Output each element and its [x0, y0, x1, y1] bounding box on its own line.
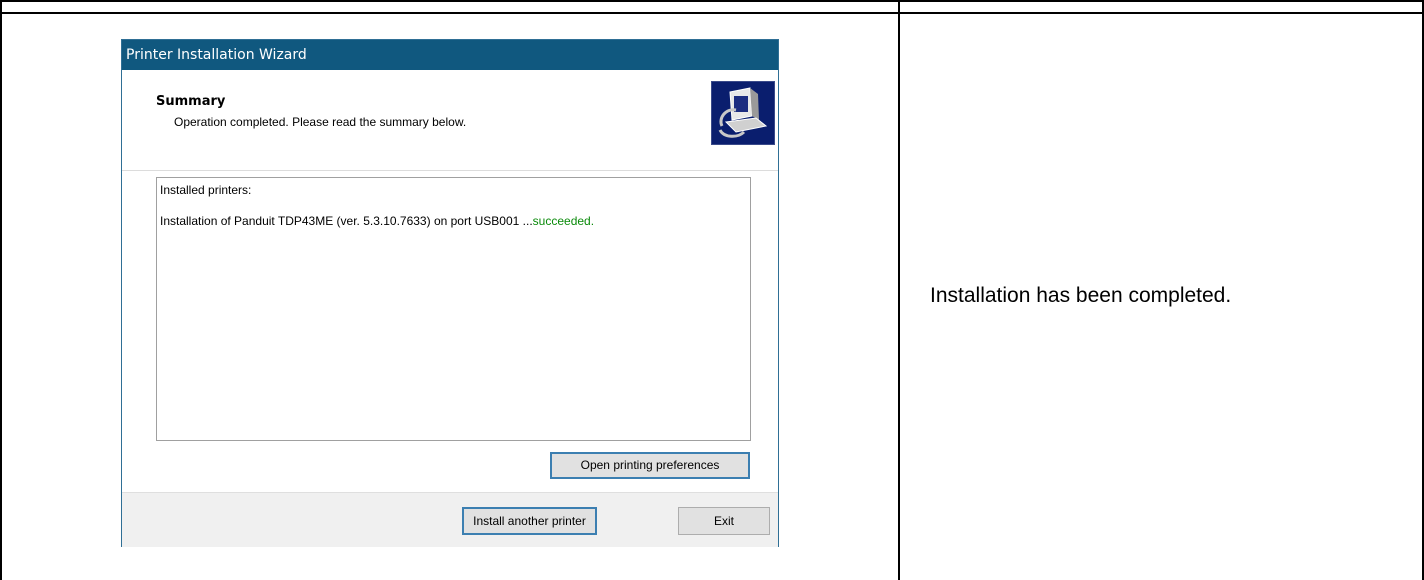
wizard-footer: Install another printer Exit — [122, 492, 778, 547]
wizard-window: Printer Installation Wizard Summary Oper… — [121, 39, 779, 547]
summary-result-line: Installation of Panduit TDP43ME (ver. 5.… — [160, 214, 747, 228]
install-another-printer-button[interactable]: Install another printer — [462, 507, 597, 535]
summary-result-text: Installation of Panduit TDP43ME (ver. 5.… — [160, 214, 533, 228]
summary-list[interactable]: Installed printers: Installation of Pand… — [156, 177, 751, 441]
table-middle-border — [898, 0, 900, 580]
summary-heading: Installed printers: — [160, 183, 252, 197]
table-row-border — [0, 12, 1424, 14]
wizard-header: Summary Operation completed. Please read… — [122, 70, 778, 171]
page-title: Summary — [156, 94, 226, 109]
open-printing-preferences-button[interactable]: Open printing preferences — [550, 452, 750, 479]
document-caption: Installation has been completed. — [930, 284, 1232, 307]
printer-setup-icon — [711, 81, 775, 145]
table-top-border — [0, 0, 1424, 2]
status-badge: succeeded. — [532, 214, 595, 228]
table-left-border — [0, 0, 2, 580]
page-subtitle: Operation completed. Please read the sum… — [174, 115, 467, 129]
exit-button[interactable]: Exit — [678, 507, 770, 535]
window-title: Printer Installation Wizard — [122, 40, 778, 70]
